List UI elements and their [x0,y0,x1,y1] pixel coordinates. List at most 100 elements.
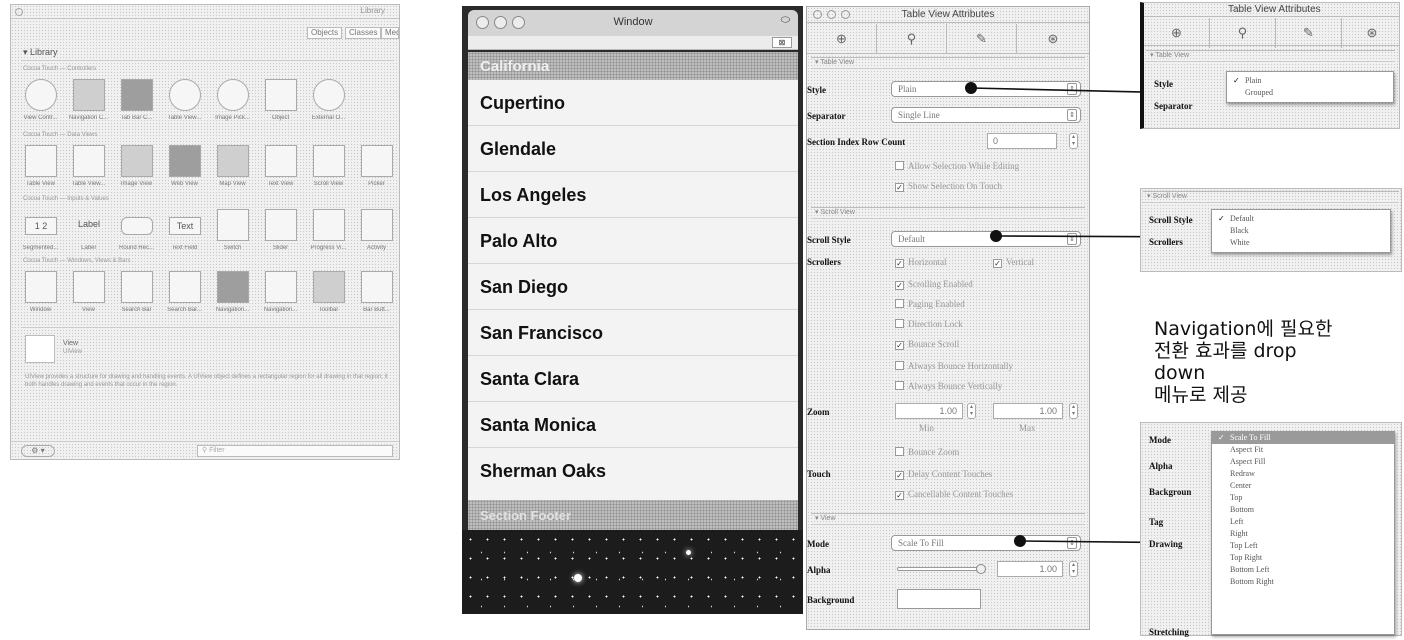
library-object-tile[interactable]: Window [17,267,64,319]
delay-content-touches-checkbox[interactable]: ✓ Delay Content Touches [895,469,992,480]
horizontal-checkbox[interactable]: ✓ Horizontal [895,257,947,268]
library-object-tile[interactable]: Navigation C... [65,75,112,127]
table-row[interactable]: Cupertino [468,80,798,126]
tab-connections[interactable]: ⚲ [877,24,947,54]
direction-lock-checkbox[interactable]: Direction Lock [895,319,963,329]
library-object-tile[interactable]: Table View... [65,141,112,193]
filter-input[interactable]: ⚲ Filter [197,445,393,457]
library-object-tile[interactable]: Web View [161,141,208,193]
menu-item-plain[interactable]: ✓ Plain [1227,75,1393,87]
menu-item-bottom-left[interactable]: Bottom Left [1212,564,1394,576]
library-object-tile[interactable]: Round Rec... [113,205,160,257]
tab-attributes[interactable]: ⊕ [1144,18,1210,48]
table-view[interactable]: Cupertino Glendale Los Angeles Palo Alto… [468,80,798,500]
segment-media[interactable]: Media [381,27,399,39]
section-header-scroll-view[interactable]: ▾ Scroll View [811,207,1085,219]
library-object-tile[interactable]: Table View... [161,75,208,127]
always-bounce-vertical-checkbox[interactable]: Always Bounce Vertically [895,381,1002,391]
show-selection-touch-checkbox[interactable]: ✓ Show Selection On Touch [895,181,1002,192]
paging-enabled-checkbox[interactable]: Paging Enabled [895,299,965,309]
alpha-stepper[interactable]: ▴ ▾ [1069,561,1078,577]
zoom-max-field[interactable]: 1.00 [993,403,1063,419]
menu-item-left[interactable]: Left [1212,516,1394,528]
library-object-tile[interactable]: Toolbar [305,267,352,319]
table-row[interactable]: San Diego [468,264,798,310]
tab-connections[interactable]: ⚲ [1210,18,1276,48]
table-row[interactable]: Palo Alto [468,218,798,264]
cancellable-content-touches-checkbox[interactable]: ✓ Cancellable Content Touches [895,489,1013,500]
library-object-tile[interactable]: Activity [353,205,400,257]
style-popup[interactable]: Plain ⇕ [891,81,1081,97]
library-object-tile[interactable]: Search Bar [113,267,160,319]
library-object-tile[interactable]: Bar Butt... [353,267,400,319]
section-index-field[interactable]: 0 [987,133,1057,149]
library-header[interactable]: ▾ Library [23,47,58,58]
menu-item-aspect-fit[interactable]: Aspect Fit [1212,444,1394,456]
menu-item-redraw[interactable]: Redraw [1212,468,1394,480]
close-window-icon[interactable] [15,8,23,16]
library-object-tile[interactable]: Label Label [65,205,112,257]
zoom-min-stepper[interactable]: ▴ ▾ [967,403,976,419]
section-index-stepper[interactable]: ▴ ▾ [1069,133,1078,149]
vertical-checkbox[interactable]: ✓ Vertical [993,257,1034,268]
library-object-tile[interactable]: Slider [257,205,304,257]
section-header-scroll-view[interactable]: ▾ Scroll View [1143,191,1399,203]
library-object-tile[interactable]: Scroll View [305,141,352,193]
library-object-tile[interactable]: Text Text Field [161,205,208,257]
tab-size[interactable]: ✎ [947,24,1017,54]
menu-item-right[interactable]: Right [1212,528,1394,540]
zoom-min-field[interactable]: 1.00 [895,403,963,419]
menu-item-bottom[interactable]: Bottom [1212,504,1394,516]
always-bounce-horizontal-checkbox[interactable]: Always Bounce Horizontally [895,361,1013,371]
library-object-tile[interactable]: Navigation... [209,267,256,319]
segment-classes[interactable]: Classes [345,27,382,39]
tab-size[interactable]: ✎ [1276,18,1342,48]
section-header-view[interactable]: ▾ View [811,513,1085,525]
allow-selection-editing-checkbox[interactable]: Allow Selection While Editing [895,161,1019,171]
tab-identity[interactable]: ⊛ [1017,24,1089,54]
zoom-max-stepper[interactable]: ▴ ▾ [1069,403,1078,419]
library-object-tile[interactable]: Object [257,75,304,127]
separator-popup[interactable]: Single Line ⇕ [891,107,1081,123]
background-color-well[interactable] [897,589,981,609]
table-row[interactable]: Glendale [468,126,798,172]
bounce-scroll-checkbox[interactable]: ✓ Bounce Scroll [895,339,959,350]
library-object-tile[interactable]: Switch [209,205,256,257]
menu-item-aspect-fill[interactable]: Aspect Fill [1212,456,1394,468]
alpha-field[interactable]: 1.00 [997,561,1063,577]
menu-item-scale-to-fill[interactable]: ✓ Scale To Fill [1212,432,1394,444]
library-object-tile[interactable]: Progress Vi... [305,205,352,257]
library-object-tile[interactable]: External O... [305,75,352,127]
library-object-tile[interactable]: View [65,267,112,319]
menu-item-top-left[interactable]: Top Left [1212,540,1394,552]
library-object-tile[interactable]: Image Pick... [209,75,256,127]
scroll-style-popup[interactable]: Default ⇕ [891,231,1081,247]
menu-item-white[interactable]: White [1212,237,1390,249]
library-object-tile[interactable]: Tab Bar C... [113,75,160,127]
mode-popup[interactable]: Scale To Fill ⇕ [891,535,1081,551]
menu-item-black[interactable]: Black [1212,225,1390,237]
library-object-tile[interactable]: Text View [257,141,304,193]
menu-item-bottom-right[interactable]: Bottom Right [1212,576,1394,588]
toolbar-toggle-icon[interactable]: ⬭ [781,14,790,27]
resize-button[interactable]: ⊠ [772,37,792,48]
menu-item-default[interactable]: ✓ Default [1212,213,1390,225]
section-header-table-view[interactable]: ▾ Table View [1146,50,1395,62]
menu-item-top-right[interactable]: Top Right [1212,552,1394,564]
library-object-tile[interactable]: Search Bar... [161,267,208,319]
scrolling-enabled-checkbox[interactable]: ✓ Scrolling Enabled [895,279,973,290]
library-object-tile[interactable]: Map View [209,141,256,193]
library-object-tile[interactable]: 1 2 Segmented... [17,205,64,257]
section-header-table-view[interactable]: ▾ Table View [811,57,1085,69]
alpha-slider[interactable] [897,564,986,574]
table-row[interactable]: Los Angeles [468,172,798,218]
bounce-zoom-checkbox[interactable]: Bounce Zoom [895,447,959,457]
menu-item-top[interactable]: Top [1212,492,1394,504]
gear-menu-button[interactable]: ⚙ ▾ [21,445,55,457]
library-object-tile[interactable]: Table View [17,141,64,193]
segment-objects[interactable]: Objects [307,27,343,39]
tab-identity[interactable]: ⊛ [1342,18,1402,48]
table-row[interactable]: Santa Clara [468,356,798,402]
tab-attributes[interactable]: ⊕ [807,24,877,54]
library-object-tile[interactable]: Image View [113,141,160,193]
